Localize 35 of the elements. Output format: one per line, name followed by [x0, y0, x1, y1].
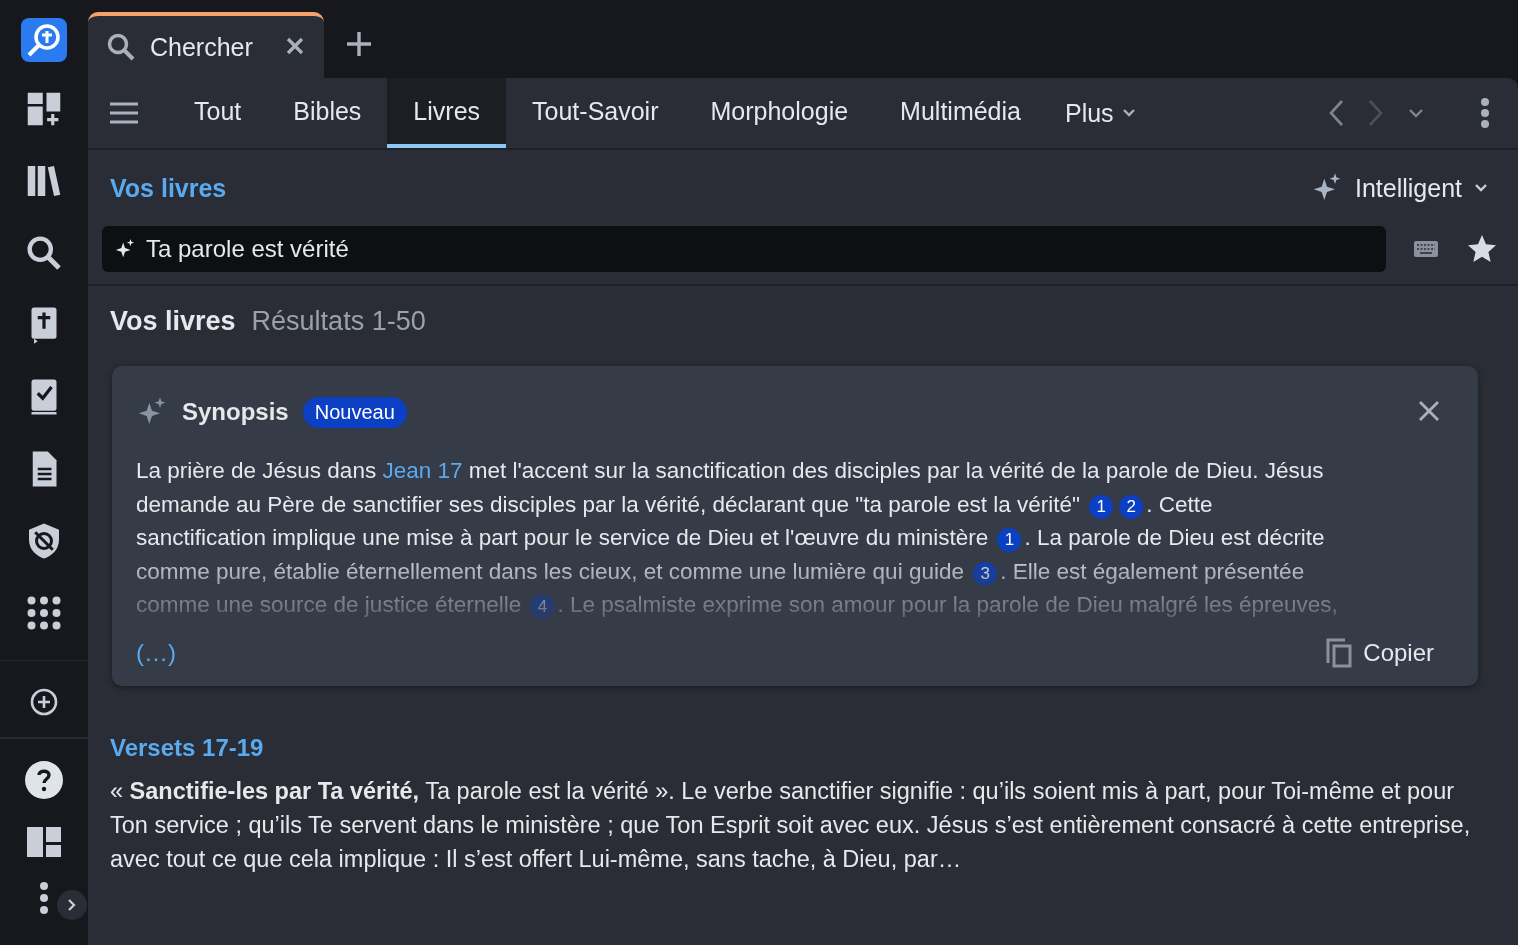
search-input[interactable]: Ta parole est vérité: [146, 235, 1374, 263]
search-icon: [106, 32, 136, 62]
search-tab[interactable]: Chercher: [88, 12, 324, 78]
caret-icon: [1121, 108, 1136, 118]
citation-marker[interactable]: 2: [1119, 494, 1144, 519]
result-heading[interactable]: Versets 17-19: [110, 733, 264, 762]
new-label: Nouveau: [302, 396, 407, 428]
star-icon[interactable]: [1466, 233, 1498, 265]
category-tab[interactable]: Livres: [387, 78, 507, 148]
copy-icon: [1325, 636, 1354, 669]
expand-button[interactable]: [57, 890, 87, 920]
category-tab[interactable]: Tout-Savoir: [506, 78, 685, 148]
results-count: Résultats 1-50: [251, 306, 426, 337]
chevron-icon: [67, 898, 77, 912]
category-tab[interactable]: Multimédia: [874, 78, 1047, 148]
caret-icon: [1474, 183, 1488, 193]
synopsis-text: La prière de Jésus dans Jean 17 met l'accent sur la sanctification des disciples par la vérité de la parole de Dieu. Jésus demande au Père de sanctifier ses disciples par la vérité, déclarant que "ta parole est la vérité" 1 2 . Cette sanctification implique une mise à part pour le service de Dieu et l'œuvre du ministère 1 . La parole de Dieu est décrite comme pure, établie éternellement dans les cieux, et comme une lumière qui guide 3 . Elle est également présentée comme une source de justice éternelle 4 . Le psalmiste exprime son amour pour la parole de Dieu malgré les épreuves,: [136, 457, 1339, 621]
search-field[interactable]: Ta parole est vérité: [102, 226, 1386, 272]
tab-title: Chercher: [150, 32, 253, 62]
card-title: Synopsis: [182, 398, 289, 426]
results-title: Vos livres: [110, 306, 236, 337]
result-excerpt: « Sanctifie-les par Ta vérité, Ta parole est la vérité ». Le verbe sanctifier signifie : qu’ils soient mis à part, pour Toi-même et pour Ton service ; qu’ils Te servent dans le ministère ; que Ton Esprit soit avec eux. Jésus s’est entièrement consacré à cette entreprise, avec tout ce que cela implique : Il s’est offert Lui-même, sans tache, à Dieu, par…: [110, 776, 1472, 874]
scope-link[interactable]: Vos livres: [110, 173, 227, 203]
more-menu[interactable]: Plus: [1046, 78, 1154, 148]
category-tab[interactable]: Morphologie: [684, 78, 875, 148]
category-tab[interactable]: Bibles: [267, 78, 388, 148]
scripture-link[interactable]: Jean 17: [382, 458, 463, 483]
copy-button[interactable]: Copier: [1319, 635, 1440, 670]
search-mode-dropdown[interactable]: Intelligent: [1304, 171, 1494, 205]
citation-marker[interactable]: 1: [1089, 494, 1114, 519]
category-tab[interactable]: Tout: [168, 78, 268, 148]
citation-marker[interactable]: 1: [997, 528, 1022, 552]
expand-link[interactable]: (…): [136, 638, 176, 667]
citation-marker[interactable]: 3: [973, 561, 998, 586]
app-logo[interactable]: [21, 18, 67, 63]
